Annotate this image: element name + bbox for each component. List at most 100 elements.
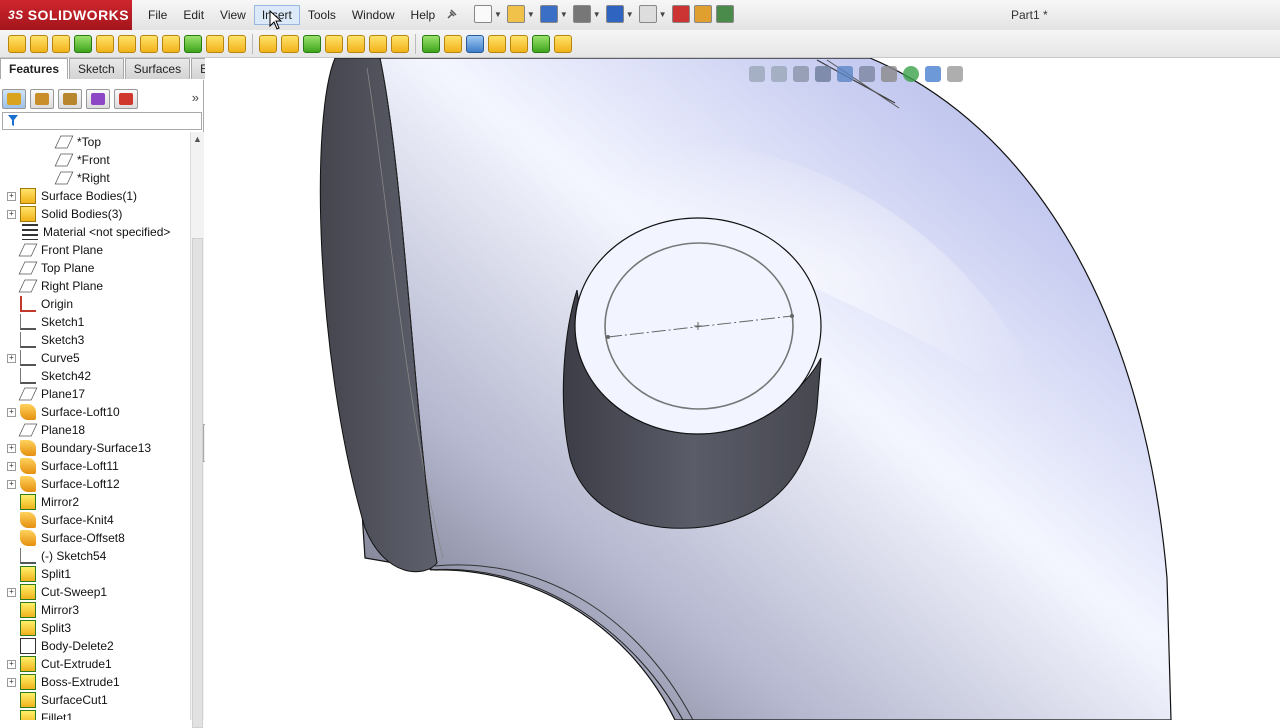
scroll-up-arrow-icon[interactable]: ▲ — [191, 134, 204, 144]
combine-icon[interactable] — [488, 34, 506, 53]
tree-node[interactable]: + Curve5 — [7, 349, 80, 367]
expand-panel-button[interactable]: » — [192, 90, 199, 105]
tree-node[interactable]: Top Plane — [18, 259, 94, 277]
expand-node-icon[interactable]: + — [7, 588, 16, 597]
expand-node-icon[interactable]: + — [7, 192, 16, 201]
dropdown-caret-icon[interactable]: ▼ — [527, 10, 535, 19]
select-arrow-icon[interactable] — [638, 5, 657, 23]
hide-show-items-icon[interactable] — [881, 66, 897, 82]
dimxpertmanager-tab-icon[interactable] — [86, 89, 110, 109]
linear-pattern-icon[interactable] — [281, 34, 299, 53]
tree-node[interactable]: (-) Sketch54 — [20, 547, 106, 565]
expand-node-icon[interactable]: + — [7, 660, 16, 669]
fillet-icon[interactable] — [259, 34, 277, 53]
expand-node-icon[interactable]: + — [7, 480, 16, 489]
dropdown-caret-icon[interactable]: ▼ — [560, 10, 568, 19]
tree-node[interactable]: Sketch3 — [20, 331, 84, 349]
file-properties-icon[interactable] — [693, 5, 712, 23]
tree-node[interactable]: Origin — [20, 295, 73, 313]
open-folder-icon[interactable] — [506, 5, 525, 23]
curves-icon[interactable] — [444, 34, 462, 53]
move-copy-icon[interactable] — [532, 34, 550, 53]
lofted-cut-icon[interactable] — [206, 34, 224, 53]
previous-view-icon[interactable] — [793, 66, 809, 82]
menu-file[interactable]: File — [140, 5, 175, 25]
tree-node[interactable]: + Surface Bodies(1) — [7, 187, 137, 205]
tree-node[interactable]: Plane18 — [18, 421, 85, 439]
shell-icon[interactable] — [347, 34, 365, 53]
menu-window[interactable]: Window — [344, 5, 403, 25]
rebuild-traffic-light-icon[interactable] — [671, 5, 690, 23]
rib-icon[interactable] — [303, 34, 321, 53]
boundary-cut-icon[interactable] — [228, 34, 246, 53]
lofted-boss-icon[interactable] — [74, 34, 92, 53]
menu-view[interactable]: View — [212, 5, 254, 25]
wrap-icon[interactable] — [369, 34, 387, 53]
tree-node[interactable]: + Cut-Extrude1 — [7, 655, 112, 673]
undo-icon[interactable] — [605, 5, 624, 23]
instant3d-icon[interactable] — [466, 34, 484, 53]
tree-node[interactable]: Plane17 — [18, 385, 85, 403]
edit-appearance-icon[interactable] — [903, 66, 919, 82]
tree-node[interactable]: *Front — [54, 151, 110, 169]
display-manager-tab-icon[interactable] — [114, 89, 138, 109]
tree-node[interactable]: + Boundary-Surface13 — [7, 439, 151, 457]
section-view-icon[interactable] — [815, 66, 831, 82]
solidworks-logo[interactable]: 3S SOLIDWORKS — [0, 0, 132, 30]
tree-node[interactable]: + Boss-Extrude1 — [7, 673, 120, 691]
dropdown-caret-icon[interactable]: ▼ — [659, 10, 667, 19]
swept-boss-icon[interactable] — [52, 34, 70, 53]
tree-node[interactable]: Mirror3 — [20, 601, 79, 619]
new-document-icon[interactable] — [474, 5, 492, 23]
configurationmanager-tab-icon[interactable] — [58, 89, 82, 109]
tree-node[interactable]: Fillet1 — [20, 709, 73, 720]
hole-wizard-icon[interactable] — [140, 34, 158, 53]
tree-node[interactable]: Mirror2 — [20, 493, 79, 511]
tree-node[interactable]: Sketch1 — [20, 313, 84, 331]
tree-node[interactable]: + Surface-Loft10 — [7, 403, 120, 421]
expand-node-icon[interactable]: + — [7, 444, 16, 453]
tree-node[interactable]: Right Plane — [18, 277, 103, 295]
menu-help[interactable]: Help — [403, 5, 444, 25]
tree-node[interactable]: Split3 — [20, 619, 71, 637]
revolved-cut-icon[interactable] — [162, 34, 180, 53]
tree-node[interactable]: + Surface-Loft12 — [7, 475, 120, 493]
tree-node[interactable]: *Top — [54, 133, 101, 151]
graphics-area[interactable] — [205, 58, 1280, 720]
tree-node[interactable]: Split1 — [20, 565, 71, 583]
swept-cut-icon[interactable] — [184, 34, 202, 53]
tree-node[interactable]: + Cut-Sweep1 — [7, 583, 107, 601]
save-icon[interactable] — [539, 5, 558, 23]
extruded-cut-icon[interactable] — [118, 34, 136, 53]
split-icon[interactable] — [510, 34, 528, 53]
expand-node-icon[interactable]: + — [7, 408, 16, 417]
expand-node-icon[interactable]: + — [7, 678, 16, 687]
expand-node-icon[interactable]: + — [7, 462, 16, 471]
pushpin-icon[interactable] — [445, 7, 459, 21]
tab-sketch[interactable]: Sketch — [69, 58, 124, 79]
dropdown-caret-icon[interactable]: ▼ — [494, 10, 502, 19]
tree-scrollbar[interactable]: ▲ — [190, 132, 204, 728]
propertymanager-tab-icon[interactable] — [30, 89, 54, 109]
tree-node[interactable]: + Solid Bodies(3) — [7, 205, 122, 223]
tree-node[interactable]: Body-Delete2 — [20, 637, 114, 655]
revolved-boss-icon[interactable] — [30, 34, 48, 53]
tab-features[interactable]: Features — [0, 58, 69, 79]
draft-icon[interactable] — [325, 34, 343, 53]
tree-node[interactable]: Front Plane — [18, 241, 103, 259]
tree-node[interactable]: Surface-Knit4 — [20, 511, 114, 529]
menu-tools[interactable]: Tools — [300, 5, 344, 25]
tree-node[interactable]: + Surface-Loft11 — [7, 457, 119, 475]
print-icon[interactable] — [572, 5, 591, 23]
zoom-to-area-icon[interactable] — [771, 66, 787, 82]
view-orientation-icon[interactable] — [837, 66, 853, 82]
tree-node[interactable]: Sketch42 — [20, 367, 91, 385]
expand-node-icon[interactable]: + — [7, 354, 16, 363]
dropdown-caret-icon[interactable]: ▼ — [593, 10, 601, 19]
dropdown-caret-icon[interactable]: ▼ — [626, 10, 634, 19]
intersect-icon[interactable] — [391, 34, 409, 53]
tree-node[interactable]: SurfaceCut1 — [20, 691, 108, 709]
tree-filter-input[interactable] — [2, 112, 202, 130]
tree-node[interactable]: Surface-Offset8 — [20, 529, 125, 547]
extruded-boss-icon[interactable] — [8, 34, 26, 53]
